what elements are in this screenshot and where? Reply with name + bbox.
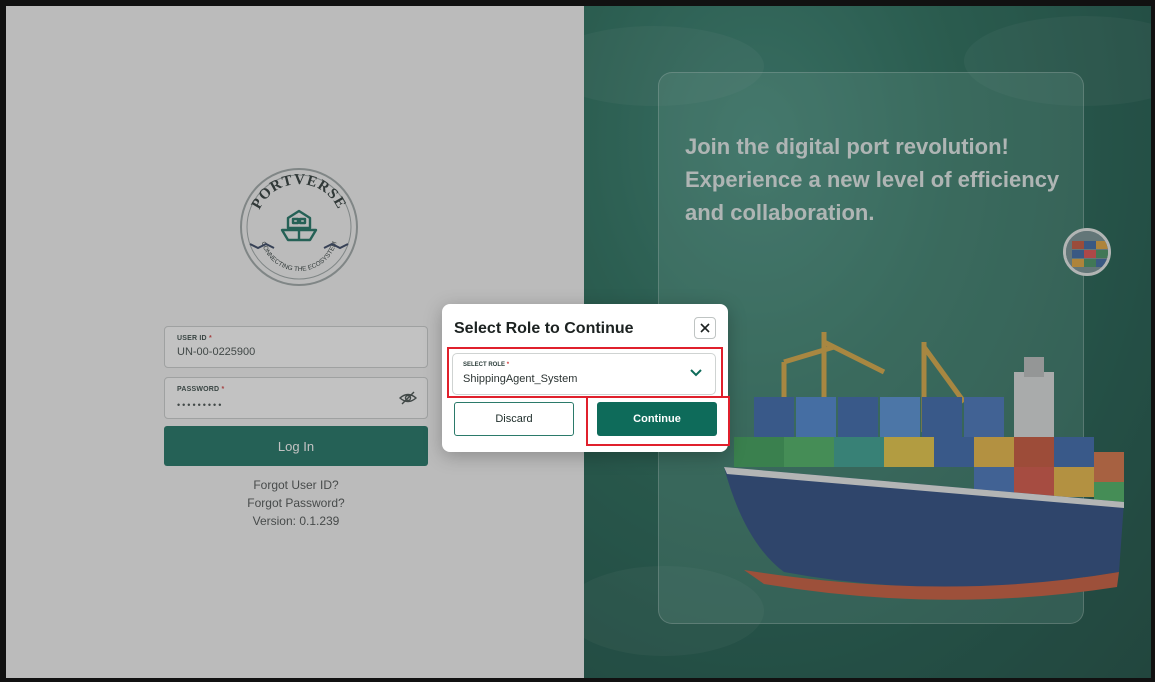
close-icon: [700, 323, 710, 333]
modal-title: Select Role to Continue: [454, 320, 634, 337]
highlight-box-continue: [586, 396, 730, 446]
app-frame: PORTVERSE CONNECTING THE ECOSYSTEM USER …: [0, 0, 1155, 682]
highlight-box-role: [447, 347, 723, 398]
select-role-modal: Select Role to Continue SELECT ROLE * Sh…: [442, 304, 730, 452]
close-button[interactable]: [694, 317, 716, 339]
discard-button[interactable]: Discard: [454, 402, 574, 436]
